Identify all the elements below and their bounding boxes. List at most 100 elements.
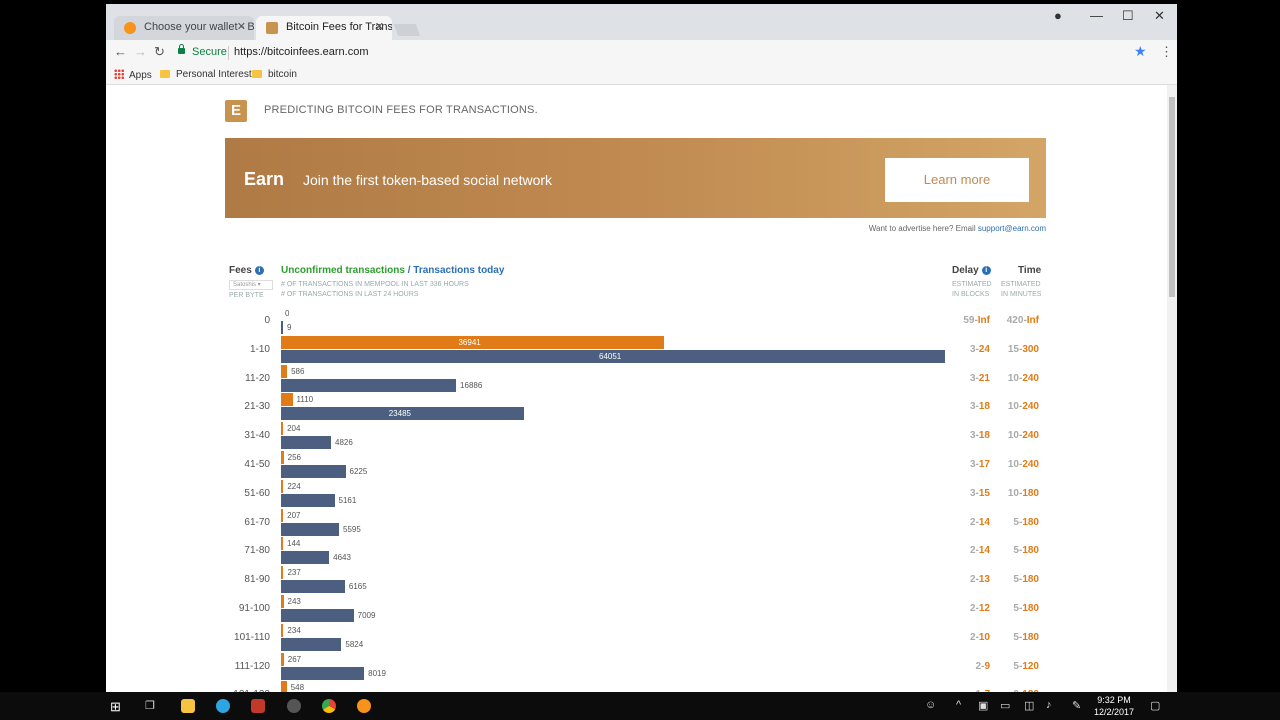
time-estimate: 5-180 [1013,545,1039,557]
close-tab-icon[interactable]: ✕ [375,20,384,33]
back-arrow-icon[interactable]: ← [114,44,127,59]
taskbar-clock[interactable]: 9:32 PM 12/2/2017 [1094,694,1134,718]
today-bar[interactable] [281,378,457,392]
table-row[interactable]: 81-90 237 6165 2-13 5-180 [106,566,1167,595]
unconfirmed-bar[interactable] [281,595,284,608]
unconfirmed-bar[interactable] [281,479,284,493]
notifications-icon[interactable]: ▢ [1150,699,1160,712]
unconfirmed-bar[interactable] [281,422,284,436]
today-count: 9 [287,323,292,332]
time-subtitle-1: ESTIMATED [1001,281,1041,288]
bitcoin-wallet-icon[interactable] [357,699,371,713]
task-view-icon[interactable]: ❐ [145,699,155,712]
today-bar[interactable] [281,637,342,651]
table-row[interactable]: 1-10 36941 64051 3-24 15-300 [106,335,1167,365]
today-bar[interactable] [281,321,283,334]
battery-icon[interactable]: ▭ [1000,699,1010,712]
delay-estimate: 3-15 [969,487,990,499]
profile-icon[interactable]: ● [1054,8,1062,23]
unconfirmed-count: 224 [287,481,301,491]
table-row[interactable]: 111-120 267 8019 2-9 5-120 [106,652,1167,682]
unconfirmed-count: 204 [287,424,301,434]
unconfirmed-bar[interactable] [281,508,284,522]
today-bar[interactable] [281,580,345,594]
table-row[interactable]: 0 0 9 59-Inf 420-Inf [106,307,1167,336]
today-bar[interactable] [281,436,332,450]
fee-range: 0 [264,315,270,326]
unit-select[interactable]: Satoshis ▾ [229,280,273,290]
unconfirmed-bar[interactable] [281,393,293,407]
unconfirmed-bar[interactable] [281,537,283,551]
today-bar[interactable] [281,609,354,622]
tray-app-icon[interactable]: ▣ [978,699,988,712]
unconfirmed-bar[interactable] [281,681,287,692]
table-row[interactable]: 91-100 243 7009 2-12 5-180 [106,595,1167,624]
tab-bitcoin-fees[interactable]: Bitcoin Fees for Transacti ✕ [256,16,392,40]
delay-estimate: 2-13 [969,574,990,586]
url-text[interactable]: https://bitcoinfees.earn.com [234,46,369,58]
unconfirmed-bar[interactable] [281,451,284,464]
pen-icon[interactable]: ✎ [1072,699,1081,712]
unconfirmed-count: 234 [287,625,301,635]
chrome-icon[interactable] [322,699,336,713]
bookmark-apps[interactable]: Apps [114,69,152,81]
minimize-icon[interactable]: — [1090,8,1103,23]
table-row[interactable]: 101-110 234 5824 2-10 5-180 [106,623,1167,653]
table-row[interactable]: 71-80 144 4643 2-14 5-180 [106,537,1167,566]
earn-ad-banner[interactable]: Earn Join the first token-based social n… [225,138,1046,218]
bookmark-bitcoin[interactable]: bitcoin [252,69,297,80]
unconfirmed-bar[interactable] [281,566,284,580]
new-tab-button[interactable] [393,24,421,36]
people-icon[interactable]: ☺ [925,699,936,711]
today-bar[interactable] [281,465,346,478]
address-bar[interactable]: Secure https://bitcoinfees.earn.com ★ [172,42,1152,64]
tab-wallet[interactable]: Choose your wallet - Bitc ✕ [114,16,254,40]
info-icon[interactable]: i [981,266,991,275]
file-explorer-icon[interactable] [181,699,195,713]
tray-chevron-icon[interactable]: ^ [956,699,961,711]
today-count: 5595 [343,524,361,534]
close-window-icon[interactable]: ✕ [1154,8,1165,24]
volume-icon[interactable]: ♪ [1046,699,1052,711]
telegram-icon[interactable] [216,699,230,713]
reload-icon[interactable]: ↻ [154,44,165,60]
scrollbar-thumb[interactable] [1169,97,1175,297]
info-icon[interactable]: i [254,266,264,275]
today-bar[interactable] [281,551,330,565]
fee-range: 101-110 [234,631,270,643]
table-row[interactable]: 31-40 204 4826 3-18 10-240 [106,422,1167,451]
bookmark-personal-interests[interactable]: Personal Interests [160,69,257,80]
bookmark-star-icon[interactable]: ★ [1134,43,1147,60]
table-row[interactable]: 61-70 207 5595 2-14 5-180 [106,508,1167,538]
close-tab-icon[interactable]: ✕ [237,20,246,33]
app-icon[interactable] [287,699,301,713]
page-scrollbar[interactable] [1167,85,1177,692]
table-row[interactable]: 121-130548120291-70-120 [106,681,1167,692]
antivirus-icon[interactable] [251,699,265,713]
forward-arrow-icon[interactable]: → [134,44,147,59]
network-icon[interactable]: ◫ [1024,699,1034,712]
today-count: 5824 [345,639,364,649]
support-email-link[interactable]: support@earn.com [978,224,1046,233]
table-row[interactable]: 41-50 256 6225 3-17 10-240 [106,451,1167,480]
earn-logo-icon[interactable]: E [225,100,247,122]
browser-menu-icon[interactable]: ⋮ [1160,44,1173,60]
table-row[interactable]: 11-20 586 16886 3-21 10-240 [106,364,1167,394]
fee-range: 71-80 [244,545,270,557]
fee-range: 41-50 [244,459,270,470]
windows-start-icon[interactable]: ⊞ [110,699,121,715]
table-row[interactable]: 51-60 224 5161 3-15 10-180 [106,479,1167,509]
table-row[interactable]: 21-30 1110 23485 3-18 10-240 [106,393,1167,422]
today-bar[interactable] [281,522,339,536]
web-page: E PREDICTING BITCOIN FEES FOR TRANSACTIO… [106,85,1177,692]
fee-range: 11-20 [245,372,270,384]
today-bar[interactable] [281,666,365,680]
unconfirmed-bar[interactable] [281,652,284,666]
today-bar[interactable] [281,493,335,507]
unconfirmed-bar[interactable] [281,623,284,637]
today-subtitle: # OF TRANSACTIONS IN LAST 24 HOURS [281,291,419,298]
time-estimate: 5-180 [1013,574,1039,586]
learn-more-button[interactable]: Learn more [885,158,1029,202]
unconfirmed-bar[interactable] [281,364,288,378]
maximize-icon[interactable]: ☐ [1122,8,1134,24]
